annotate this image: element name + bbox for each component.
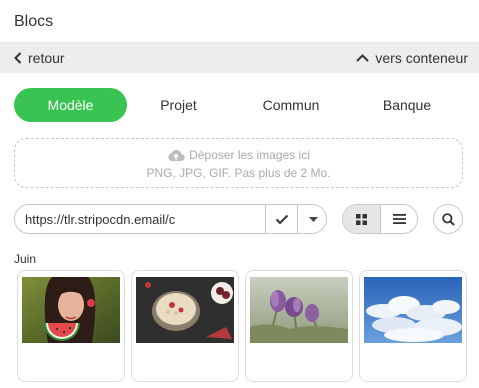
view-toggle [342,204,418,234]
tab-commun[interactable]: Commun [251,88,331,122]
gallery-item[interactable] [245,270,353,382]
dropzone-title: Déposer les images ici [189,148,310,162]
nav-bar: retour vers conteneur [0,43,479,73]
gallery-item[interactable] [17,270,125,382]
purple-flowers-image [250,277,348,343]
image-gallery [14,270,479,388]
chevron-left-icon [14,52,22,64]
search-button[interactable] [433,204,463,234]
tab-banque[interactable]: Banque [376,88,438,122]
grid-icon [356,213,367,225]
confirm-url-button[interactable] [265,205,297,233]
list-icon [393,214,406,224]
woman-watermelon-image [22,277,120,343]
chevron-up-icon [356,54,370,62]
image-dropzone[interactable]: Déposer les images ici PNG, JPG, GIF. Pa… [14,138,463,188]
to-container-button[interactable]: vers conteneur [356,50,468,66]
url-field-group [14,204,327,234]
sky-clouds-image [364,277,462,343]
image-url-input[interactable] [15,205,265,233]
gallery-section-label: Juin [14,252,37,266]
back-button[interactable]: retour [14,50,65,66]
grid-view-button[interactable] [343,205,381,233]
tab-modele[interactable]: Modèle [14,88,127,122]
list-view-button[interactable] [381,205,417,233]
caret-down-icon [308,216,318,222]
checkmark-icon [275,214,288,224]
dropzone-hint: PNG, JPG, GIF. Pas plus de 2 Mo. [146,166,331,180]
tab-projet[interactable]: Projet [146,88,211,122]
oatmeal-bowl-image [136,277,234,343]
panel-header: Blocs [0,0,479,43]
to-container-label: vers conteneur [375,50,468,66]
search-icon [441,212,455,226]
back-label: retour [28,50,65,66]
source-tabs: Modèle Projet Commun Banque [14,88,464,122]
panel-title: Blocs [14,13,54,30]
url-dropdown-button[interactable] [297,205,326,233]
gallery-item[interactable] [131,270,239,382]
cloud-upload-icon [168,149,185,161]
gallery-item[interactable] [359,270,467,382]
